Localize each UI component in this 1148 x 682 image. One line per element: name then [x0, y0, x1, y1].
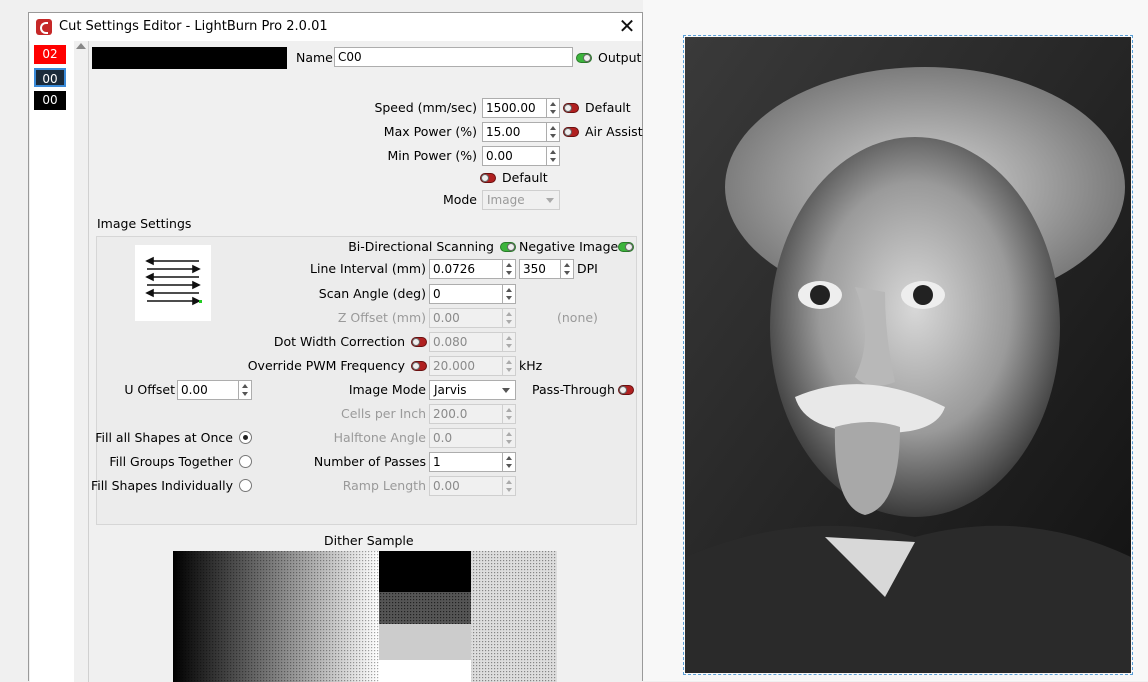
air-assist-label: Air Assist: [585, 124, 643, 139]
negative-image-toggle[interactable]: [618, 242, 634, 252]
power-default-label: Default: [502, 170, 548, 185]
ramp-length-label: Ramp Length: [342, 478, 426, 493]
u-offset-label: U Offset: [124, 382, 175, 397]
max-power-spinner[interactable]: [547, 122, 560, 142]
dot-width-spinner[interactable]: [503, 332, 516, 352]
halftone-angle-label: Halftone Angle: [333, 430, 426, 445]
name-input[interactable]: C00: [334, 47, 573, 67]
image-mode-value: Jarvis: [434, 383, 467, 397]
layer-color-swatch[interactable]: [92, 47, 287, 69]
fill-all-radio[interactable]: [239, 431, 252, 444]
speed-spinner[interactable]: [547, 98, 560, 118]
fill-individually-label: Fill Shapes Individually: [90, 478, 233, 493]
power-default-toggle[interactable]: [480, 173, 496, 183]
z-offset-label: Z Offset (mm): [337, 310, 426, 325]
dot-width-toggle[interactable]: [411, 337, 427, 347]
pass-through-label: Pass-Through: [532, 382, 615, 397]
dpi-label: DPI: [577, 261, 598, 276]
dither-sample-label: Dither Sample: [324, 533, 414, 548]
max-power-label: Max Power (%): [383, 124, 477, 139]
ramp-length-input[interactable]: 0.00: [429, 476, 503, 496]
bidirectional-label: Bi-Directional Scanning: [348, 239, 494, 254]
pwm-unit: kHz: [519, 358, 543, 373]
image-mode-label: Image Mode: [348, 382, 426, 397]
min-power-spinner[interactable]: [547, 146, 560, 166]
passes-label: Number of Passes: [313, 454, 426, 469]
fill-groups-label: Fill Groups Together: [109, 454, 233, 469]
fill-individually-radio[interactable]: [239, 479, 252, 492]
pass-through-toggle[interactable]: [618, 385, 634, 395]
pwm-label: Override PWM Frequency: [247, 358, 405, 373]
close-icon[interactable]: ✕: [615, 15, 639, 39]
dpi-spinner[interactable]: [561, 259, 574, 279]
speed-label: Speed (mm/sec): [374, 100, 477, 115]
halftone-angle-spinner[interactable]: [503, 428, 516, 448]
bidirectional-toggle[interactable]: [500, 242, 516, 252]
portrait-image: [685, 37, 1131, 673]
output-label: Output: [598, 50, 642, 65]
halftone-angle-input[interactable]: 0.0: [429, 428, 503, 448]
mode-value: Image: [487, 193, 525, 207]
fill-all-label: Fill all Shapes at Once: [95, 430, 233, 445]
negative-image-label: Negative Image: [519, 239, 619, 254]
dot-width-input[interactable]: 0.080: [429, 332, 503, 352]
chevron-down-icon: [546, 198, 554, 203]
ramp-length-spinner[interactable]: [503, 476, 516, 496]
title-bar: Cut Settings Editor - LightBurn Pro 2.0.…: [29, 13, 642, 41]
cells-per-inch-input[interactable]: 200.0: [429, 404, 503, 424]
name-label: Name: [296, 50, 333, 65]
max-power-input[interactable]: 15.00: [482, 122, 547, 142]
line-interval-input[interactable]: 0.0726: [429, 259, 503, 279]
speed-default-toggle[interactable]: [563, 103, 579, 113]
speed-input[interactable]: 1500.00: [482, 98, 547, 118]
min-power-label: Min Power (%): [387, 148, 477, 163]
layer-item[interactable]: 02: [34, 45, 66, 64]
window-title: Cut Settings Editor - LightBurn Pro 2.0.…: [59, 19, 328, 34]
passes-spinner[interactable]: [503, 452, 516, 472]
scan-direction-icon: [135, 245, 211, 321]
layer-list: 02 00 00: [30, 41, 75, 682]
lightburn-logo-icon: [36, 19, 52, 35]
u-offset-spinner[interactable]: [239, 380, 252, 400]
engraving-image[interactable]: [685, 37, 1131, 673]
z-offset-spinner[interactable]: [503, 308, 516, 328]
line-interval-label: Line Interval (mm): [310, 261, 426, 276]
output-toggle[interactable]: [576, 53, 592, 63]
scroll-up-icon[interactable]: [76, 43, 86, 49]
fill-groups-radio[interactable]: [239, 455, 252, 468]
cells-per-inch-label: Cells per Inch: [341, 406, 426, 421]
line-interval-spinner[interactable]: [503, 259, 516, 279]
layer-scrollbar[interactable]: [74, 41, 89, 682]
dot-width-label: Dot Width Correction: [273, 334, 405, 349]
min-power-input[interactable]: 0.00: [482, 146, 547, 166]
mode-label: Mode: [442, 192, 477, 207]
layer-item[interactable]: 00: [34, 91, 66, 110]
image-settings-heading: Image Settings: [97, 216, 192, 231]
dither-sample-preview: [173, 551, 557, 682]
image-mode-select[interactable]: Jarvis: [429, 380, 516, 400]
speed-default-label: Default: [585, 100, 631, 115]
z-offset-input[interactable]: 0.00: [429, 308, 503, 328]
dpi-input[interactable]: 350: [519, 259, 561, 279]
scan-angle-spinner[interactable]: [503, 284, 516, 304]
passes-input[interactable]: 1: [429, 452, 503, 472]
cut-settings-window: Cut Settings Editor - LightBurn Pro 2.0.…: [28, 12, 643, 682]
cells-per-inch-spinner[interactable]: [503, 404, 516, 424]
mode-select[interactable]: Image: [482, 190, 560, 210]
pwm-spinner[interactable]: [503, 356, 516, 376]
u-offset-input[interactable]: 0.00: [177, 380, 239, 400]
chevron-down-icon: [502, 388, 510, 393]
scan-angle-label: Scan Angle (deg): [318, 286, 426, 301]
pwm-input[interactable]: 20.000: [429, 356, 503, 376]
pwm-toggle[interactable]: [411, 361, 427, 371]
layer-item[interactable]: 00: [34, 68, 66, 87]
z-offset-note: (none): [557, 310, 598, 325]
scan-angle-input[interactable]: 0: [429, 284, 503, 304]
air-assist-toggle[interactable]: [563, 127, 579, 137]
